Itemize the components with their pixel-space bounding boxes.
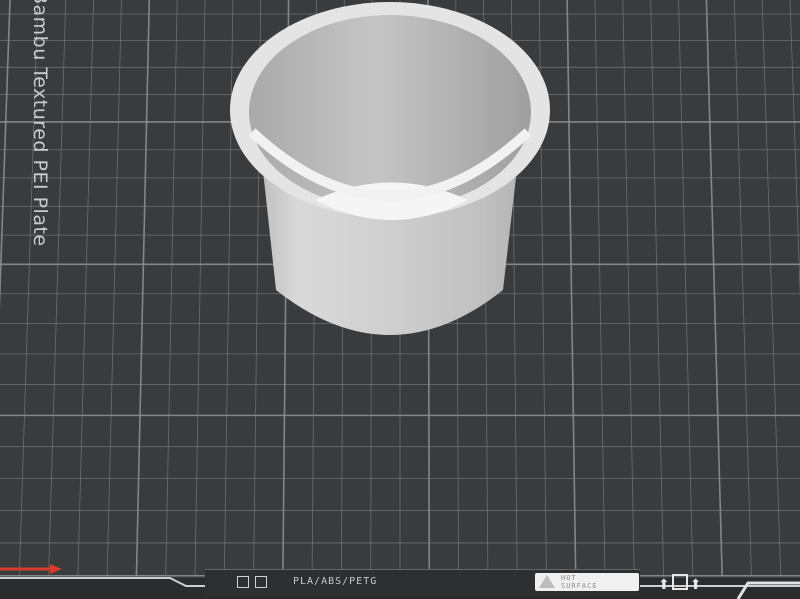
warning-triangle-icon [539, 575, 555, 588]
square-icon [671, 574, 688, 590]
material-compat-text: PLA/ABS/PETG [293, 576, 378, 587]
plate-name-label: Bambu Textured PEI Plate [29, 0, 51, 247]
warning-line-2: SURFACE [561, 582, 598, 590]
qr-icon [255, 576, 267, 588]
plate-corner-icon [237, 576, 249, 588]
plate-info-strip: PLA/ABS/PETG HOT SURFACE [205, 569, 640, 596]
arrow-up-icon: ⬆ [689, 577, 702, 593]
arrow-up-icon: ⬆ [658, 577, 670, 593]
warning-line-1: HOT [561, 574, 577, 582]
plate-right-icons: ⬆ ⬆ [658, 574, 701, 593]
cup-inner-wall [249, 15, 531, 209]
cup-model[interactable] [230, 2, 550, 335]
3d-viewport[interactable]: Bambu Textured PEI Plate PLA/ABS/PETG HO… [0, 0, 800, 599]
hot-surface-warning: HOT SURFACE [535, 573, 639, 591]
build-plate[interactable] [0, 0, 800, 599]
